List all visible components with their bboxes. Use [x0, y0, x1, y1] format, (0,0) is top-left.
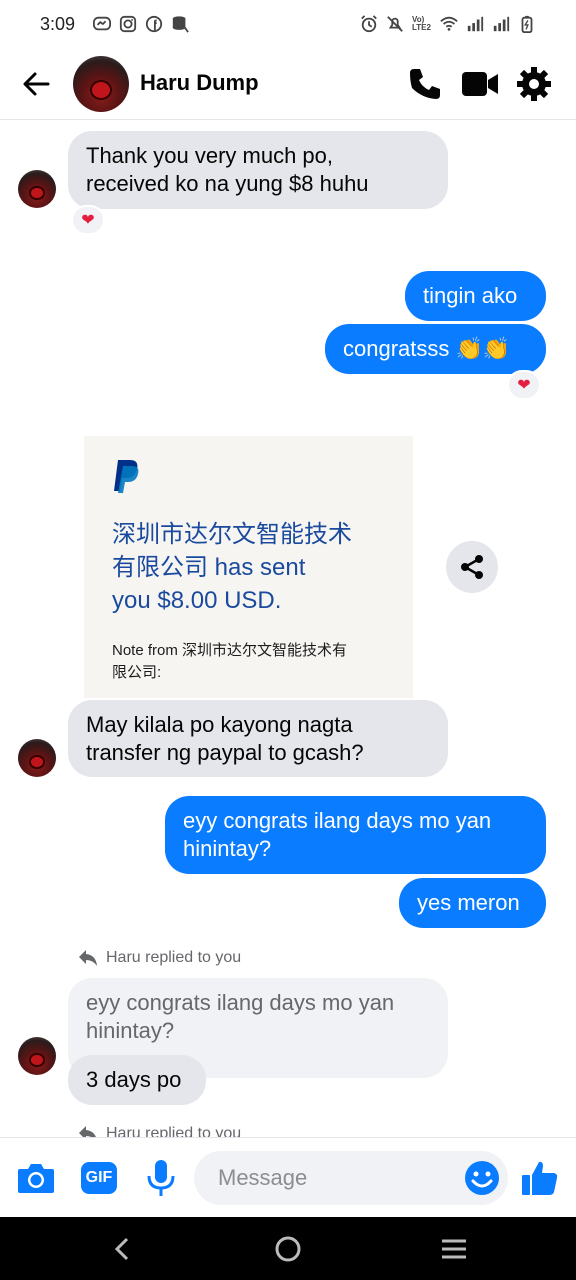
chevron-left-icon [114, 1237, 129, 1261]
reply-arrow-icon [79, 1126, 96, 1137]
voice-call-button[interactable] [405, 64, 445, 104]
like-button[interactable] [520, 1158, 560, 1198]
share-icon [461, 555, 483, 579]
incoming-message[interactable]: May kilala po kayong nagta transfer ng p… [68, 700, 448, 777]
outgoing-message[interactable]: tingin ako [405, 271, 546, 321]
battery-icon [521, 15, 533, 33]
video-camera-icon [462, 72, 498, 96]
sender-avatar[interactable] [18, 170, 56, 208]
phone-icon [410, 69, 440, 99]
status-time: 3:09 [40, 13, 76, 34]
incoming-message[interactable]: 3 days po [68, 1055, 206, 1105]
facebook-icon [145, 15, 163, 33]
reply-label-text: Haru replied to you [106, 949, 242, 966]
home-circle-icon [275, 1236, 301, 1262]
signal-icon [467, 16, 484, 32]
avatar-image [18, 739, 56, 777]
gif-label: GIF [85, 1169, 113, 1186]
outgoing-message[interactable]: yes meron [399, 878, 546, 928]
thumbs-up-icon [522, 1161, 558, 1195]
share-button[interactable] [446, 541, 498, 593]
status-bar: 3:09 Vo) LTE2 [0, 0, 576, 48]
alarm-icon [361, 15, 377, 33]
camera-icon [18, 1164, 54, 1193]
avatar-image [73, 56, 129, 112]
reply-arrow-icon [79, 950, 97, 966]
paypal-message: 深圳市达尔文智能技术 有限公司 has sent you $8.00 USD. [112, 521, 352, 614]
gif-button[interactable]: GIF [79, 1158, 119, 1198]
sender-avatar[interactable] [18, 739, 56, 777]
storage-icon [172, 16, 189, 33]
message-composer: GIF [0, 1137, 576, 1217]
conversation-header: Haru Dump [0, 48, 576, 120]
avatar-image [18, 170, 56, 208]
conversation-settings-button[interactable] [514, 64, 554, 104]
status-right-icons: Vo) LTE2 [360, 15, 536, 33]
message-thread[interactable]: Thank you very much po, received ko na y… [0, 121, 576, 1137]
nav-back-button[interactable] [102, 1229, 142, 1269]
instagram-icon [119, 15, 137, 33]
gear-icon [517, 67, 551, 101]
back-button[interactable] [18, 66, 54, 102]
incoming-message[interactable]: Thank you very much po, received ko na y… [68, 131, 448, 209]
paypal-note: Note from 深圳市达尔文智能技术有 限公司: [112, 642, 348, 681]
outgoing-message[interactable]: congratsss 👏👏 [325, 324, 546, 374]
microphone-icon [147, 1160, 175, 1196]
emoji-icon[interactable] [464, 1160, 500, 1196]
sender-avatar[interactable] [18, 1037, 56, 1075]
contact-name[interactable]: Haru Dump [140, 70, 259, 96]
avatar-image [18, 1037, 56, 1075]
signal-icon [493, 16, 510, 32]
paypal-receipt-card[interactable]: 深圳市达尔文智能技术 有限公司 has sent you $8.00 USD. … [84, 436, 413, 698]
outgoing-message[interactable]: eyy congrats ilang days mo yan hinintay? [165, 796, 546, 874]
reply-indicator: Haru replied to you [78, 1125, 241, 1137]
messenger-notif-icon [93, 16, 112, 31]
heart-reaction[interactable]: ❤ [71, 205, 105, 235]
reply-label-text: Haru replied to you [106, 1125, 242, 1137]
contact-avatar[interactable] [73, 56, 129, 112]
paypal-logo-icon [114, 460, 139, 493]
nav-home-button[interactable] [268, 1229, 308, 1269]
mute-icon [387, 16, 403, 32]
reply-indicator: Haru replied to you [78, 949, 241, 967]
nav-recents-button[interactable] [434, 1229, 474, 1269]
camera-button[interactable] [16, 1158, 56, 1198]
system-navigation-bar [0, 1217, 576, 1280]
voice-message-button[interactable] [141, 1158, 181, 1198]
status-left-icons [93, 15, 189, 33]
message-input[interactable] [194, 1151, 508, 1205]
volte-label: Vo) LTE2 [412, 15, 431, 32]
video-call-button[interactable] [460, 64, 500, 104]
wifi-icon [440, 16, 458, 31]
gif-icon: GIF [81, 1162, 117, 1194]
recents-icon [442, 1239, 466, 1259]
heart-reaction[interactable]: ❤ [507, 370, 541, 400]
back-arrow-icon [23, 72, 50, 96]
